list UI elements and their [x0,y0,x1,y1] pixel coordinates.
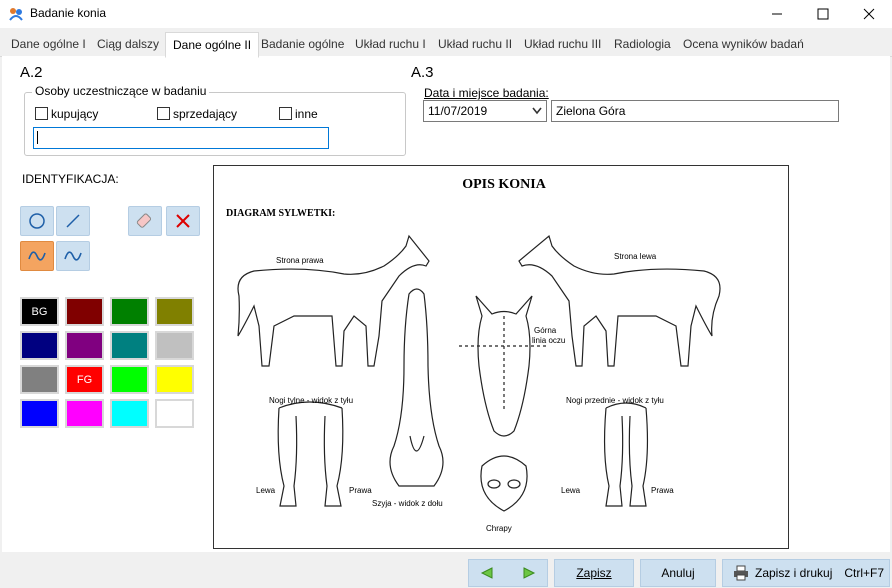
other-label: inne [295,107,318,121]
color-palette: BG FG [20,297,198,433]
hind-legs-silhouette [277,401,344,507]
date-place-label: Data i miejsce badania: [424,86,549,100]
delete-icon [176,214,190,228]
printer-icon [734,565,748,581]
neck-underside-silhouette [389,288,444,487]
circle-icon [29,213,45,229]
tab-uklad-ruchu-3[interactable]: Układ ruchu III [517,34,608,54]
nostrils-label: Chrapy [486,524,512,533]
participants-group-label: Osoby uczestniczące w badaniu [32,84,210,98]
close-button[interactable] [846,0,892,28]
date-place-label-text: Data i miejsce badania: [424,86,549,100]
left-label-2: Lewa [561,486,581,495]
eraser-tool-button[interactable] [128,206,162,236]
neck-label: Szyja - widok z dołu [372,499,443,508]
diagram-subtitle: DIAGRAM SYLWETKI: [226,208,335,219]
curve-icon [64,251,82,261]
right-label-1: Prawa [349,486,372,495]
cancel-button[interactable]: Anuluj [640,559,716,587]
head-front-silhouette [459,295,549,437]
identification-label: IDENTYFIKACJA: [22,172,119,186]
maximize-icon [817,8,829,20]
curve-thin-tool-button[interactable] [56,241,90,271]
color-swatch[interactable] [110,399,149,428]
date-picker[interactable]: 11/07/2019 [423,100,547,122]
participants-text-input[interactable] [33,127,329,149]
color-swatch[interactable] [65,297,104,326]
close-icon [863,8,875,20]
color-swatch[interactable] [20,331,59,360]
tab-dane-ogolne-1[interactable]: Dane ogólne I [4,34,93,54]
chevron-down-icon [532,107,542,115]
color-swatch[interactable] [65,331,104,360]
maximize-button[interactable] [800,0,846,28]
background-color-swatch[interactable]: BG [20,297,59,326]
color-swatch[interactable] [110,331,149,360]
front-legs-silhouette [603,402,649,507]
left-horse-silhouette [237,234,430,367]
circle-tool-button[interactable] [20,206,54,236]
buyer-label: kupujący [51,107,99,121]
color-swatch[interactable] [155,399,194,428]
save-print-shortcut: Ctrl+F7 [844,566,885,580]
navigation-buttons [468,559,548,587]
curve-thick-tool-button[interactable] [20,241,54,271]
place-value: Zielona Góra [556,104,626,118]
tab-radiologia[interactable]: Radiologia [607,34,678,54]
horse-diagram-canvas[interactable]: OPIS KONIA DIAGRAM SYLWETKI: Strona praw… [213,165,789,549]
right-label-2: Prawa [651,486,674,495]
color-swatch[interactable] [20,365,59,394]
save-button-label: Zapisz [576,566,612,580]
minimize-button[interactable] [754,0,800,28]
window-title: Badanie konia [30,6,107,20]
color-swatch[interactable] [155,365,194,394]
foreground-color-swatch[interactable]: FG [65,365,104,394]
save-print-button[interactable]: Zapisz i drukuj Ctrl+F7 [722,559,890,587]
right-side-label: Strona prawa [276,256,324,265]
tab-uklad-ruchu-2[interactable]: Układ ruchu II [431,34,519,54]
tab-ocena-wynikow[interactable]: Ocena wyników badań [676,34,811,54]
left-side-label: Strona lewa [614,252,657,261]
eraser-icon [136,213,152,228]
place-input[interactable]: Zielona Góra [551,100,839,122]
color-swatch[interactable] [110,365,149,394]
diagram-title: OPIS KONIA [462,177,547,192]
curve-icon [28,251,46,261]
line-tool-button[interactable] [56,206,90,236]
save-button[interactable]: Zapisz [554,559,634,587]
front-legs-label: Nogi przednie - widok z tyłu [566,396,664,405]
text-caret [37,131,38,144]
eye-line-label-1: Górna [534,326,557,335]
tab-badanie-ogolne[interactable]: Badanie ogólne [254,34,351,54]
section-a3-heading: A.3 [411,64,434,81]
tab-dane-ogolne-2[interactable]: Dane ogólne II [165,32,260,58]
eye-line-label-2: linia oczu [532,336,565,345]
color-swatch[interactable] [20,399,59,428]
hind-legs-label: Nogi tylne - widok z tyłu [269,396,353,405]
next-icon[interactable] [522,567,536,579]
color-swatch[interactable] [155,297,194,326]
color-swatch[interactable] [155,331,194,360]
buyer-checkbox[interactable] [35,107,48,120]
clear-tool-button[interactable] [166,206,200,236]
app-icon [8,6,24,22]
tab-ciag-dalszy[interactable]: Ciąg dalszy [90,34,166,54]
horse-diagram: OPIS KONIA DIAGRAM SYLWETKI: Strona praw… [226,177,721,533]
previous-icon[interactable] [480,567,494,579]
cancel-button-label: Anuluj [661,566,695,580]
other-checkbox[interactable] [279,107,292,120]
left-label-1: Lewa [256,486,276,495]
minimize-icon [772,13,782,15]
color-swatch[interactable] [65,399,104,428]
seller-checkbox[interactable] [157,107,170,120]
nostrils-silhouette [480,455,528,512]
seller-label: sprzedający [173,107,238,121]
color-swatch[interactable] [110,297,149,326]
line-icon [66,214,80,228]
date-value: 11/07/2019 [428,104,488,118]
section-a2-heading: A.2 [20,64,43,81]
tab-uklad-ruchu-1[interactable]: Układ ruchu I [348,34,433,54]
save-print-label: Zapisz i drukuj [755,566,833,580]
